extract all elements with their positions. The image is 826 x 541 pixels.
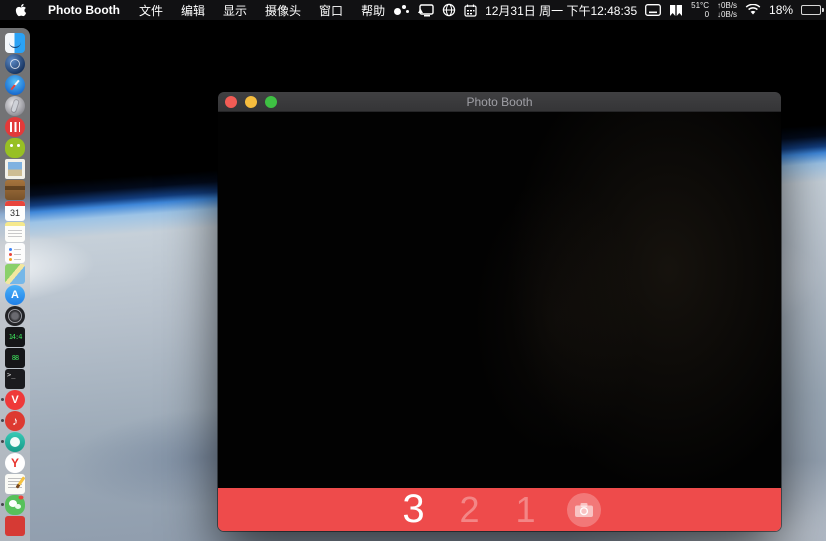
zoom-button[interactable] [265, 96, 277, 108]
close-button[interactable] [225, 96, 237, 108]
temperature-sub: 0 [705, 10, 709, 19]
textedit-icon [5, 474, 25, 494]
temperature-value: 51°C [691, 1, 709, 10]
dock-item-blue-circle-app[interactable] [0, 53, 30, 74]
led-counter-icon: 88 [5, 348, 25, 368]
dock-item-leather-book-app[interactable] [0, 179, 30, 200]
dock-item-yandex[interactable]: Y [0, 452, 30, 473]
dock-item-led-clock-widget[interactable]: 14:4 [0, 326, 30, 347]
menubar-clock[interactable]: 12月31日 周一 下午12:48:35 [485, 2, 637, 19]
dock-item-maps[interactable] [0, 263, 30, 284]
menu-camera[interactable]: 摄像头 [256, 2, 310, 19]
dock-item-red-partial-app[interactable] [0, 515, 30, 536]
yandex-icon: Y [5, 453, 25, 473]
menu-edit[interactable]: 编辑 [172, 2, 214, 19]
battery-icon[interactable] [801, 5, 824, 15]
dock-item-app-store[interactable]: A [0, 284, 30, 305]
active-app-name[interactable]: Photo Booth [38, 3, 130, 17]
menu-file[interactable]: 文件 [130, 2, 172, 19]
download-speed: ↓0B/s [717, 10, 737, 19]
upload-speed: ↑0B/s [717, 1, 737, 10]
notes-icon [5, 222, 25, 242]
traffic-lights [225, 96, 277, 108]
teal-camera-app-icon [5, 432, 25, 452]
camera-icon [574, 502, 594, 518]
apple-menu-icon[interactable] [14, 3, 28, 17]
dark-wheel-app-icon [5, 306, 25, 326]
android-icon [5, 138, 25, 158]
wifi-icon[interactable] [745, 4, 761, 16]
red-partial-app-icon [5, 516, 25, 536]
menu-view[interactable]: 显示 [214, 2, 256, 19]
maps-icon [5, 264, 25, 284]
dock-item-vivaldi[interactable]: V [0, 389, 30, 410]
menu-help[interactable]: 帮助 [352, 2, 394, 19]
red-lines-app-icon [5, 117, 25, 137]
calendar-day: 31 [5, 206, 25, 221]
dock-item-textedit[interactable] [0, 473, 30, 494]
photo-booth-window: Photo Booth 3 2 1 [218, 92, 781, 531]
led-clock-icon: 14:4 [5, 327, 25, 347]
countdown-3: 3 [399, 488, 429, 531]
countdown-1: 1 [511, 488, 541, 531]
dock-item-led-counter-widget[interactable]: 88 [0, 347, 30, 368]
safari-icon [5, 75, 25, 95]
countdown-2: 2 [455, 488, 485, 531]
reminders-icon [5, 243, 25, 263]
dock-item-safari[interactable] [0, 74, 30, 95]
dock-item-dark-wheel-app[interactable] [0, 305, 30, 326]
dock-item-stamp-photo-app[interactable] [0, 158, 30, 179]
dots-icon[interactable] [394, 4, 410, 16]
dock-item-wechat[interactable] [0, 494, 30, 515]
countdown-bar: 3 2 1 [218, 488, 781, 531]
dock-item-terminal[interactable]: >_ [0, 368, 30, 389]
netease-cloud-music-icon: ♪ [5, 411, 25, 431]
dock: 31 A 14:4 88 >_ V ♪ Y [0, 28, 30, 541]
app-store-icon: A [5, 285, 25, 305]
dock-item-launchpad[interactable] [0, 95, 30, 116]
running-indicator [1, 419, 4, 422]
finder-icon [5, 33, 25, 53]
dock-item-netease-cloud-music[interactable]: ♪ [0, 410, 30, 431]
window-title: Photo Booth [218, 95, 781, 109]
dock-item-android-app[interactable] [0, 137, 30, 158]
flags-icon[interactable] [669, 4, 683, 17]
display-mirroring-icon[interactable] [418, 4, 434, 17]
globe-icon[interactable] [442, 3, 456, 17]
launchpad-icon [5, 96, 25, 116]
running-indicator [1, 440, 4, 443]
menu-bar: Photo Booth 文件 编辑 显示 摄像头 窗口 帮助 12月31日 周一… [0, 0, 826, 20]
network-speed-widget[interactable]: ↑0B/s ↓0B/s [717, 1, 737, 19]
camera-preview [218, 112, 781, 488]
dock-item-finder[interactable] [0, 32, 30, 53]
temperature-widget[interactable]: 51°C 0 [691, 1, 709, 19]
battery-percent[interactable]: 18% [769, 3, 793, 17]
dock-item-red-lines-app[interactable] [0, 116, 30, 137]
terminal-icon: >_ [5, 369, 25, 389]
dock-item-reminders[interactable] [0, 242, 30, 263]
take-photo-button[interactable] [567, 493, 601, 527]
dock-item-teal-camera-app[interactable] [0, 431, 30, 452]
dock-item-notes[interactable] [0, 221, 30, 242]
running-indicator [1, 503, 4, 506]
blue-circle-app-icon [5, 54, 25, 74]
vivaldi-icon: V [5, 390, 25, 410]
stamp-photo-icon [5, 159, 25, 179]
leather-book-icon [5, 180, 25, 200]
dock-item-calendar[interactable]: 31 [0, 200, 30, 221]
wechat-icon [5, 495, 25, 515]
minimize-button[interactable] [245, 96, 257, 108]
running-indicator [1, 398, 4, 401]
keyboard-icon[interactable] [645, 4, 661, 16]
window-titlebar[interactable]: Photo Booth [218, 92, 781, 112]
calendar-icon[interactable] [464, 4, 477, 17]
menu-window[interactable]: 窗口 [310, 2, 352, 19]
calendar-app-icon: 31 [5, 201, 25, 221]
